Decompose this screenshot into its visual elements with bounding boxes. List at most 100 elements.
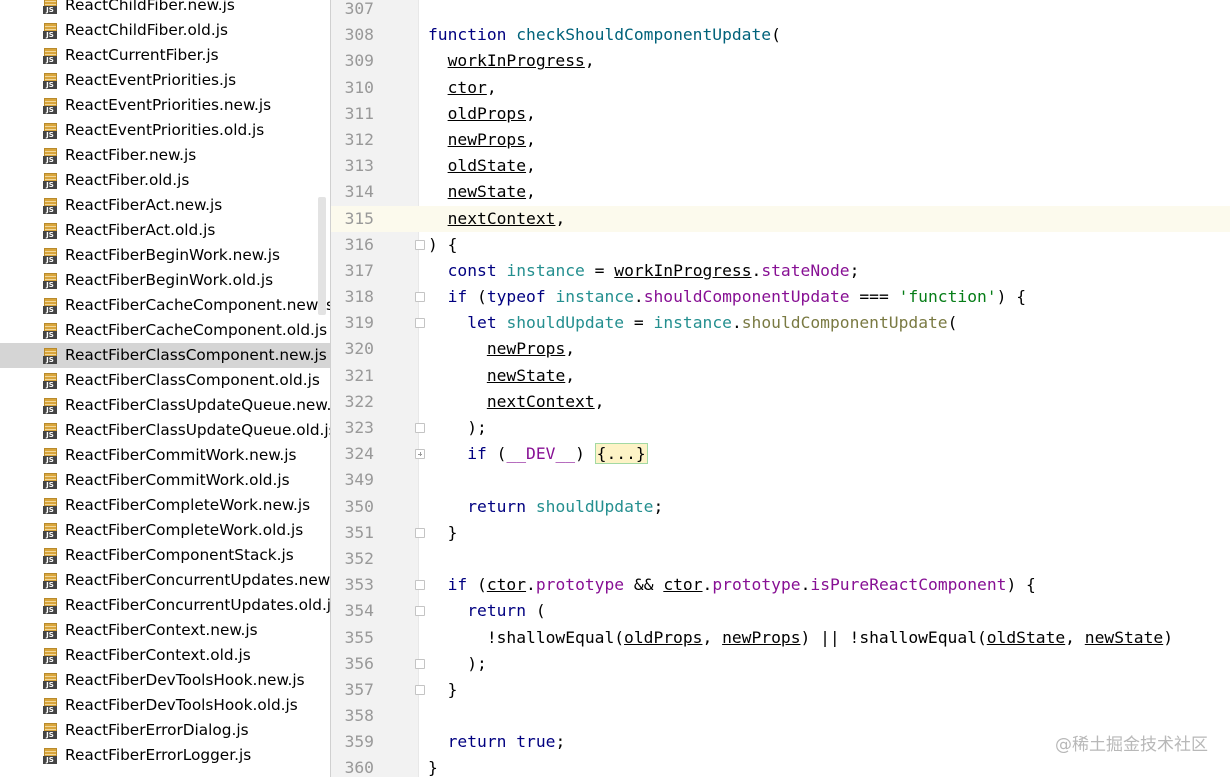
code-line[interactable]: 349 xyxy=(331,467,1230,493)
code-line[interactable]: 308 function checkShouldComponentUpdate( xyxy=(331,22,1230,48)
file-item[interactable]: JS ReactFiberDevToolsHook.new.js xyxy=(0,668,330,693)
line-number: 311 xyxy=(344,103,374,123)
code-line[interactable]: 311 oldProps, xyxy=(331,101,1230,127)
js-file-icon: JS xyxy=(43,623,59,639)
fold-start-icon[interactable] xyxy=(415,292,425,303)
line-number: 320 xyxy=(344,339,374,359)
js-file-icon: JS xyxy=(43,48,59,64)
code-line[interactable]: 324 if (__DEV__) {...} xyxy=(331,441,1230,467)
js-file-icon: JS xyxy=(43,548,59,564)
file-item[interactable]: JS ReactFiberCommitWork.old.js xyxy=(0,468,330,493)
code-line[interactable]: 307 xyxy=(331,0,1230,22)
code-line[interactable]: 353 if (ctor.prototype && ctor.prototype… xyxy=(331,572,1230,598)
js-file-icon: JS xyxy=(43,98,59,114)
file-item[interactable]: JS ReactFiberBeginWork.old.js xyxy=(0,268,330,293)
code-line[interactable]: 360} xyxy=(331,755,1230,781)
file-item[interactable]: JS ReactFiberErrorLogger.js xyxy=(0,743,330,768)
file-item[interactable]: JS ReactFiberCacheComponent.old.js xyxy=(0,318,330,343)
file-item[interactable]: JS ReactEventPriorities.js xyxy=(0,68,330,93)
file-item[interactable]: JS ReactFiberErrorDialog.js xyxy=(0,718,330,743)
file-item[interactable]: JS ReactFiberCompleteWork.old.js xyxy=(0,518,330,543)
file-item[interactable]: JS ReactChildFiber.new.js xyxy=(0,0,330,18)
file-item[interactable]: JS ReactFiberClassUpdateQueue.old.js xyxy=(0,418,330,443)
file-name: ReactFiberCommitWork.new.js xyxy=(65,446,297,464)
js-file-icon: JS xyxy=(43,348,59,364)
file-item[interactable]: JS ReactFiberComponentStack.js xyxy=(0,543,330,568)
code-line[interactable]: 320 newProps, xyxy=(331,336,1230,362)
line-number: 324 xyxy=(344,444,374,464)
project-tree[interactable]: JS ReactChildFiber.new.js JS ReactChildFibe… xyxy=(0,0,330,777)
code-line[interactable]: 310 ctor, xyxy=(331,75,1230,101)
code-editor[interactable]: 307 308 function checkShouldComponentUpda… xyxy=(331,0,1230,782)
js-file-icon: JS xyxy=(43,298,59,314)
code-line[interactable]: 356 ); xyxy=(331,651,1230,677)
code-line[interactable]: 316) { xyxy=(331,232,1230,258)
code-line[interactable]: 318 if (typeof instance.shouldComponentU… xyxy=(331,284,1230,310)
file-item[interactable]: JS ReactFiberContext.new.js xyxy=(0,618,330,643)
code-line[interactable]: 354 return ( xyxy=(331,598,1230,624)
file-item[interactable]: JS ReactFiberContext.old.js xyxy=(0,643,330,668)
file-name: ReactCurrentFiber.js xyxy=(65,46,219,64)
code-line[interactable]: 352 xyxy=(331,546,1230,572)
current-code-line[interactable]: 315 nextContext, xyxy=(331,205,1230,232)
file-name: ReactFiberDevToolsHook.new.js xyxy=(65,671,305,689)
file-item[interactable]: JS ReactFiberCommitWork.new.js xyxy=(0,443,330,468)
code-line[interactable]: 351 } xyxy=(331,520,1230,546)
line-number: 312 xyxy=(344,129,374,149)
file-item[interactable]: JS ReactFiberCacheComponent.new.js xyxy=(0,293,330,318)
code-line[interactable]: 321 newState, xyxy=(331,363,1230,389)
js-file-icon: JS xyxy=(43,523,59,539)
fold-start-icon[interactable] xyxy=(415,580,425,591)
code-line[interactable]: 323 ); xyxy=(331,415,1230,441)
file-item[interactable]: JS ReactFiberConcurrentUpdates.old.js xyxy=(0,593,330,618)
code-line[interactable]: 355 !shallowEqual(oldProps, newProps) ||… xyxy=(331,625,1230,651)
file-item[interactable]: JS ReactFiberAct.old.js xyxy=(0,218,330,243)
code-line[interactable]: 309 workInProgress, xyxy=(331,48,1230,74)
code-line[interactable]: 322 nextContext, xyxy=(331,389,1230,415)
code-line[interactable]: 358 xyxy=(331,703,1230,729)
code-line[interactable]: 357 } xyxy=(331,677,1230,703)
file-name: ReactFiberComponentStack.js xyxy=(65,546,294,564)
tree-scrollbar[interactable] xyxy=(318,197,326,315)
code-line[interactable]: 350 return shouldUpdate; xyxy=(331,494,1230,520)
line-number: 308 xyxy=(344,25,374,45)
code-line[interactable]: 313 oldState, xyxy=(331,153,1230,179)
file-item[interactable]: JS ReactFiberClassComponent.old.js xyxy=(0,368,330,393)
fold-end-icon[interactable] xyxy=(415,423,425,433)
file-item[interactable]: JS ReactFiberBeginWork.new.js xyxy=(0,243,330,268)
fold-start-icon[interactable] xyxy=(415,318,425,329)
fold-end-icon[interactable] xyxy=(415,684,425,695)
file-item[interactable]: JS ReactFiberAct.new.js xyxy=(0,193,330,218)
line-number: 318 xyxy=(344,287,374,307)
js-file-icon: JS xyxy=(43,423,59,439)
line-number: 321 xyxy=(344,365,374,385)
fold-start-icon[interactable] xyxy=(415,606,425,617)
file-item[interactable]: JS ReactEventPriorities.old.js xyxy=(0,118,330,143)
line-number: 355 xyxy=(344,627,374,647)
code-line[interactable]: 312 newProps, xyxy=(331,127,1230,153)
code-line[interactable]: 317 const instance = workInProgress.stat… xyxy=(331,258,1230,284)
selected-file-item[interactable]: JS ReactFiberClassComponent.new.js xyxy=(0,343,330,368)
line-number: 315 xyxy=(331,205,374,232)
file-item[interactable]: JS ReactChildFiber.old.js xyxy=(0,18,330,43)
file-item[interactable]: JS ReactFiber.new.js xyxy=(0,143,330,168)
expand-fold-icon[interactable] xyxy=(415,449,425,460)
file-item[interactable]: JS ReactFiberClassUpdateQueue.new.js xyxy=(0,393,330,418)
fold-end-icon[interactable] xyxy=(415,239,425,250)
file-item[interactable]: JS ReactFiber.old.js xyxy=(0,168,330,193)
file-item[interactable]: JS ReactFiberConcurrentUpdates.new.js xyxy=(0,568,330,593)
fold-end-icon[interactable] xyxy=(415,527,425,538)
code-line[interactable]: 319 let shouldUpdate = instance.shouldCo… xyxy=(331,310,1230,336)
folded-region[interactable]: {...} xyxy=(594,443,648,465)
file-item[interactable]: JS ReactEventPriorities.new.js xyxy=(0,93,330,118)
file-item[interactable]: JS ReactFiberCompleteWork.new.js xyxy=(0,493,330,518)
watermark: @稀土掘金技术社区 xyxy=(1055,735,1208,755)
file-item[interactable]: JS ReactFiberDevToolsHook.old.js xyxy=(0,693,330,718)
js-file-icon: JS xyxy=(43,573,59,589)
fold-end-icon[interactable] xyxy=(415,658,425,669)
code-line[interactable]: 314 newState, xyxy=(331,179,1230,205)
line-number: 307 xyxy=(344,0,374,18)
file-name: ReactChildFiber.new.js xyxy=(65,0,235,14)
file-item[interactable]: JS ReactCurrentFiber.js xyxy=(0,43,330,68)
js-file-icon: JS xyxy=(43,498,59,514)
